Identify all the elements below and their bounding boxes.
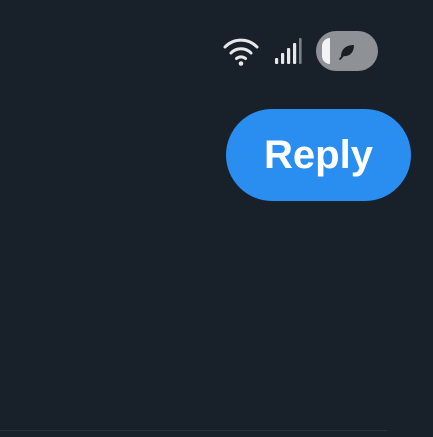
low-power-leaf-icon bbox=[337, 41, 357, 61]
battery-level-fill bbox=[322, 38, 330, 64]
battery-indicator bbox=[316, 31, 378, 71]
reply-button[interactable]: Reply bbox=[226, 109, 411, 201]
screen: Reply bbox=[0, 0, 433, 437]
cellular-signal-icon bbox=[274, 36, 302, 66]
wifi-icon bbox=[222, 36, 260, 66]
status-bar bbox=[222, 28, 378, 74]
divider bbox=[0, 430, 387, 431]
